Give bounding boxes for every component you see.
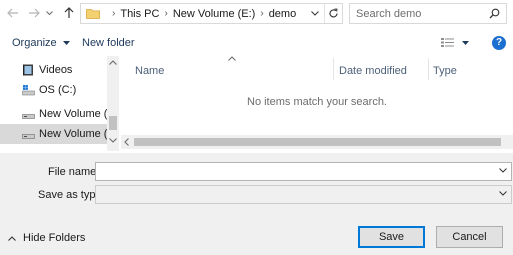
navigation-pane: Videos OS (C:) New Volume (D: New Volume… <box>0 56 119 151</box>
video-folder-icon <box>22 64 34 76</box>
folder-icon <box>86 8 100 19</box>
chevron-down-icon <box>311 11 319 16</box>
change-view-button[interactable] <box>441 37 469 48</box>
chevron-up-icon <box>8 235 16 241</box>
column-header-type[interactable]: Type <box>429 56 513 81</box>
file-name-input[interactable] <box>99 163 489 180</box>
view-list-icon <box>441 38 454 47</box>
up-button[interactable] <box>61 4 77 22</box>
empty-list-message: No items match your search. <box>247 96 387 108</box>
breadcrumb: › This PC › New Volume (E:) › demo <box>107 8 296 20</box>
column-header-date-modified[interactable]: Date modified <box>334 56 428 81</box>
forward-arrow-icon <box>29 8 40 18</box>
scrollbar-thumb[interactable] <box>109 116 117 130</box>
nav-item-label: OS (C:) <box>39 84 77 96</box>
breadcrumb-separator: › <box>260 8 264 19</box>
organize-button[interactable]: Organize <box>12 37 70 49</box>
save-button[interactable]: Save <box>358 226 425 248</box>
file-name-combobox[interactable] <box>95 162 512 181</box>
windows-drive-icon <box>22 84 35 96</box>
file-name-label: File name: <box>48 166 100 178</box>
back-button[interactable] <box>5 4 21 22</box>
chevron-down-icon <box>45 10 53 15</box>
new-folder-label: New folder <box>82 37 135 49</box>
column-date-label: Date modified <box>339 65 407 77</box>
column-header-name[interactable]: Name <box>121 56 333 81</box>
save-dialog: › This PC › New Volume (E:) › demo Organ <box>0 0 513 255</box>
address-dropdown-button[interactable] <box>308 4 322 23</box>
back-arrow-icon <box>7 8 18 18</box>
refresh-icon <box>329 8 338 18</box>
nav-item-label: New Volume (E:) <box>39 128 107 140</box>
caret-down-icon <box>462 40 469 45</box>
nav-item-os-c[interactable]: OS (C:) <box>0 80 107 100</box>
column-type-label: Type <box>433 65 457 77</box>
up-arrow-icon <box>64 7 74 18</box>
nav-item-videos[interactable]: Videos <box>0 60 107 80</box>
recent-locations-button[interactable] <box>44 4 54 22</box>
command-bar: Organize New folder ? <box>0 30 513 56</box>
cancel-button[interactable]: Cancel <box>436 226 503 248</box>
address-field[interactable]: › This PC › New Volume (E:) › demo <box>80 3 343 24</box>
scrollbar-thumb[interactable] <box>134 138 501 146</box>
scroll-down-arrow-icon[interactable] <box>109 138 117 143</box>
file-list: Name Date modified Type No items match y… <box>121 56 513 151</box>
hide-folders-button[interactable]: Hide Folders <box>8 232 85 244</box>
chevron-down-icon[interactable] <box>499 168 507 173</box>
hide-folders-label: Hide Folders <box>23 232 86 244</box>
refresh-button[interactable] <box>324 4 342 23</box>
caret-down-icon <box>62 41 70 45</box>
nav-item-new-volume-e[interactable]: New Volume (E:) <box>0 124 107 144</box>
scroll-left-arrow-icon[interactable] <box>124 138 129 146</box>
breadcrumb-separator: › <box>164 8 168 19</box>
new-folder-button[interactable]: New folder <box>82 37 135 49</box>
chevron-down-icon[interactable] <box>499 191 507 196</box>
breadcrumb-demo[interactable]: demo <box>269 8 297 20</box>
address-bar-row: › This PC › New Volume (E:) › demo <box>0 0 513 28</box>
sort-ascending-icon <box>228 56 236 61</box>
breadcrumb-separator: › <box>112 8 116 19</box>
search-box[interactable] <box>349 3 507 24</box>
column-name-label: Name <box>135 65 165 77</box>
nav-item-label: Videos <box>39 64 73 76</box>
drive-icon <box>22 108 35 120</box>
save-as-type-select[interactable] <box>95 185 512 204</box>
help-button[interactable]: ? <box>492 36 506 50</box>
horizontal-scrollbar[interactable] <box>121 135 513 149</box>
nav-item-label: New Volume (D: <box>39 108 107 120</box>
search-input[interactable] <box>356 7 481 20</box>
search-icon[interactable] <box>489 8 500 22</box>
navigation-scrollbar[interactable] <box>107 56 119 151</box>
drive-icon <box>22 128 35 140</box>
breadcrumb-new-volume-e[interactable]: New Volume (E:) <box>173 8 256 20</box>
nav-item-new-volume-d[interactable]: New Volume (D: <box>0 104 107 124</box>
organize-label: Organize <box>12 37 57 49</box>
scroll-up-arrow-icon[interactable] <box>109 60 117 65</box>
forward-button[interactable] <box>26 4 42 22</box>
breadcrumb-this-pc[interactable]: This PC <box>120 8 159 20</box>
